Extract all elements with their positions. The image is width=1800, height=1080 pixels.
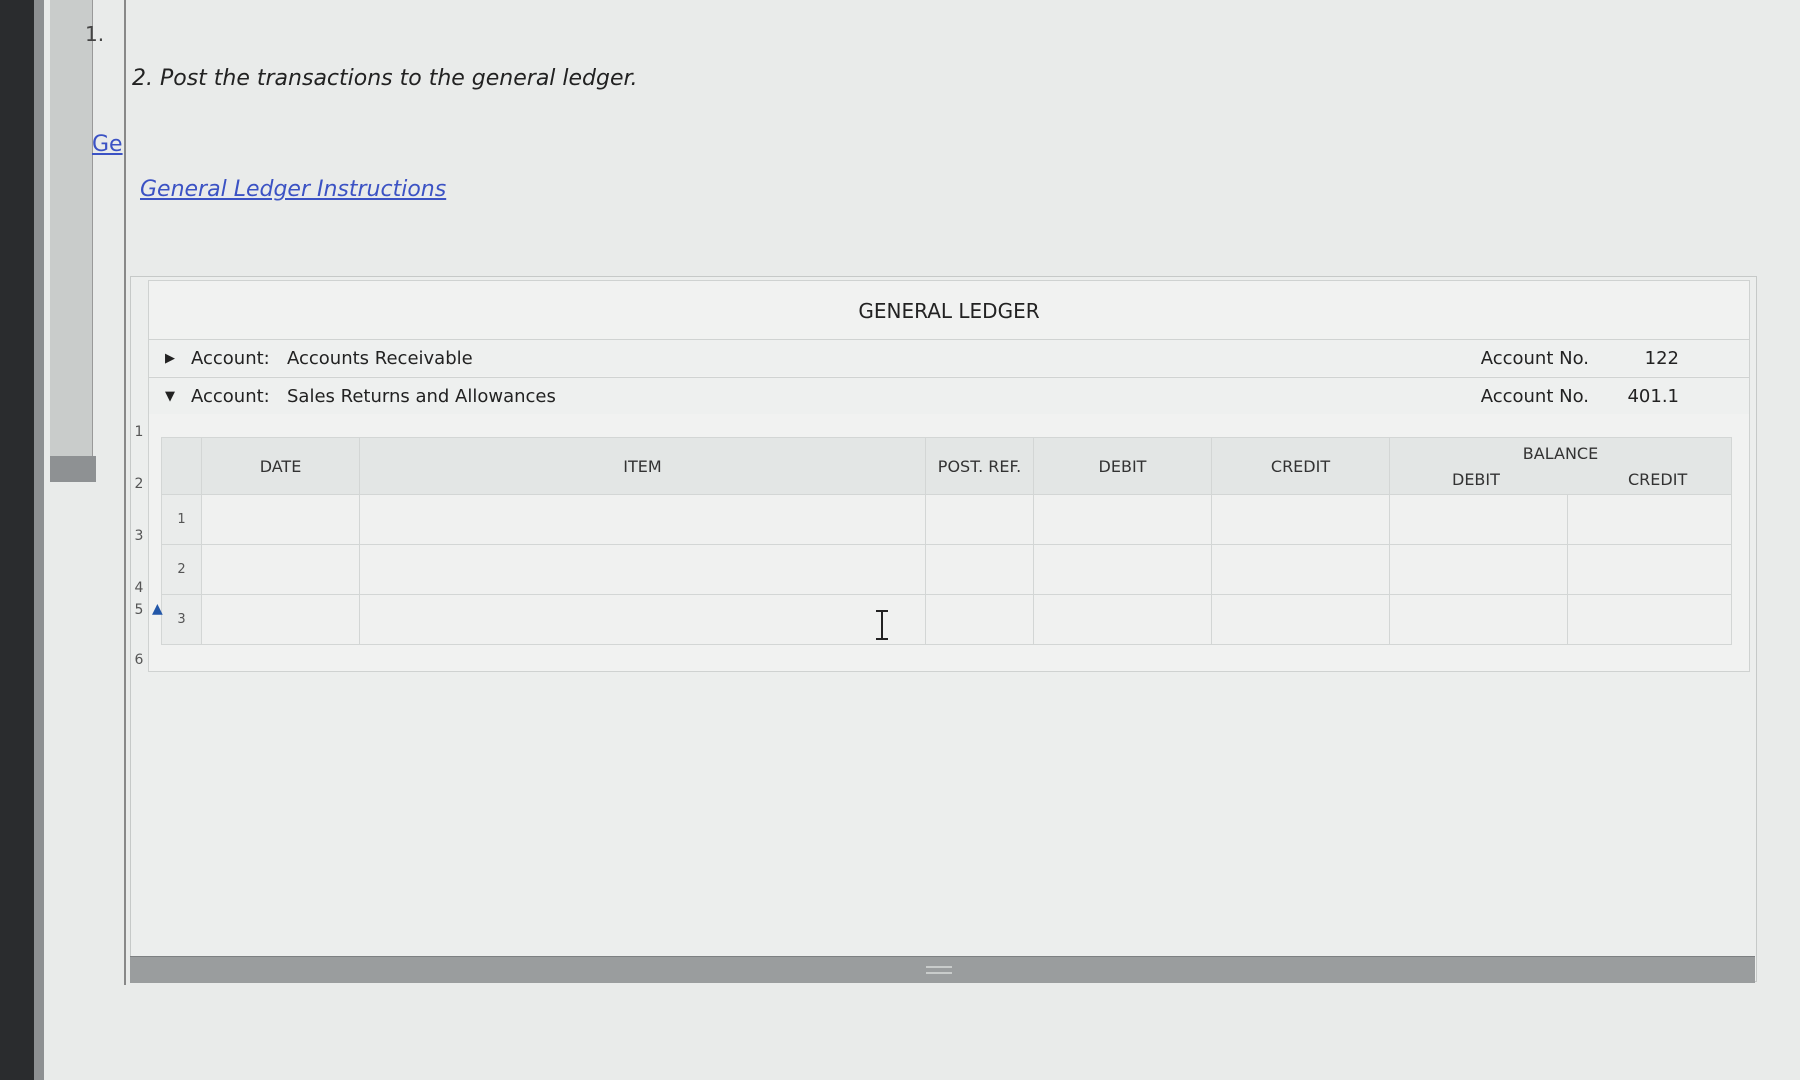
table-header-row: DATE ITEM POST. REF. DEBIT CREDIT BALANC…: [161, 437, 1732, 495]
collapsed-triangle-icon[interactable]: ▶: [165, 351, 175, 366]
debit-cell[interactable]: [1033, 494, 1212, 545]
column-header-credit: CREDIT: [1211, 437, 1390, 495]
table-row: 1: [161, 494, 1732, 545]
item-cell[interactable]: [359, 544, 926, 595]
resize-grip-icon[interactable]: [926, 966, 952, 974]
credit-cell[interactable]: [1211, 594, 1390, 645]
account-name: Accounts Receivable: [287, 348, 473, 369]
general-ledger: GENERAL LEDGER ▶ Account: Accounts Recei…: [148, 280, 1750, 672]
post-ref-cell[interactable]: [925, 594, 1034, 645]
balance-credit-header: CREDIT: [1628, 470, 1688, 489]
outer-row-number: 6: [134, 652, 144, 668]
column-header-date: DATE: [201, 437, 360, 495]
debit-cell[interactable]: [1033, 544, 1212, 595]
account-row-sales-returns[interactable]: ▼ Account: Sales Returns and Allowances …: [149, 377, 1749, 414]
column-header-item: ITEM: [359, 437, 926, 495]
balance-debit-cell[interactable]: [1389, 494, 1568, 545]
left-scrollbar-track[interactable]: [50, 0, 93, 482]
date-cell[interactable]: [201, 594, 360, 645]
account-label: Account:: [191, 348, 270, 369]
general-ledger-instructions-link[interactable]: General Ledger Instructions: [140, 177, 446, 202]
item-cell[interactable]: [359, 594, 926, 645]
expanded-triangle-icon[interactable]: ▼: [165, 389, 175, 404]
instruction-text: 2. Post the transactions to the general …: [132, 66, 638, 91]
row-number: 3: [161, 594, 202, 645]
screen-edge: [34, 0, 44, 1080]
ge-tab-link[interactable]: Ge: [92, 132, 123, 157]
account-row-accounts-receivable[interactable]: ▶ Account: Accounts Receivable Account N…: [149, 339, 1749, 376]
up-arrow-icon[interactable]: ▲: [152, 601, 163, 617]
balance-title: BALANCE: [1522, 444, 1599, 463]
account-no-label: Account No.: [1480, 386, 1589, 407]
post-ref-cell[interactable]: [925, 494, 1034, 545]
ledger-table: DATE ITEM POST. REF. DEBIT CREDIT BALANC…: [161, 437, 1732, 645]
column-header-post-ref: POST. REF.: [925, 437, 1034, 495]
credit-cell[interactable]: [1211, 544, 1390, 595]
balance-debit-cell[interactable]: [1389, 544, 1568, 595]
credit-cell[interactable]: [1211, 494, 1390, 545]
outer-row-number: 3: [134, 528, 144, 544]
table-row: 2: [161, 544, 1732, 595]
question-number: 1.: [85, 22, 105, 46]
outer-row-number: 1: [134, 424, 144, 440]
debit-cell[interactable]: [1033, 594, 1212, 645]
row-number-header: [161, 437, 202, 495]
text-cursor-icon: [876, 610, 888, 640]
ledger-title: GENERAL LEDGER: [858, 299, 1040, 323]
left-divider: [124, 0, 126, 985]
outer-row-number: 4: [134, 580, 144, 596]
date-cell[interactable]: [201, 494, 360, 545]
row-number: 2: [161, 544, 202, 595]
outer-row-number: 5: [134, 602, 144, 618]
balance-credit-cell[interactable]: [1567, 494, 1732, 545]
balance-debit-cell[interactable]: [1389, 594, 1568, 645]
left-scrollbar-thumb[interactable]: [50, 456, 96, 482]
account-no-value: 122: [1644, 348, 1679, 369]
balance-debit-header: DEBIT: [1452, 470, 1500, 489]
balance-credit-cell[interactable]: [1567, 594, 1732, 645]
column-header-debit: DEBIT: [1033, 437, 1212, 495]
post-ref-cell[interactable]: [925, 544, 1034, 595]
outer-row-number: 2: [134, 476, 144, 492]
balance-credit-cell[interactable]: [1567, 544, 1732, 595]
account-label: Account:: [191, 386, 270, 407]
row-number: 1: [161, 494, 202, 545]
account-no-label: Account No.: [1480, 348, 1589, 369]
account-name: Sales Returns and Allowances: [287, 386, 556, 407]
account-no-value: 401.1: [1627, 386, 1679, 407]
monitor-bezel: [0, 0, 34, 1080]
outer-row-numbers: 1 2 3 4 5 6: [128, 380, 150, 710]
column-header-balance: BALANCE DEBIT CREDIT: [1389, 437, 1732, 495]
table-row: 3: [161, 594, 1732, 645]
date-cell[interactable]: [201, 544, 360, 595]
item-cell[interactable]: [359, 494, 926, 545]
